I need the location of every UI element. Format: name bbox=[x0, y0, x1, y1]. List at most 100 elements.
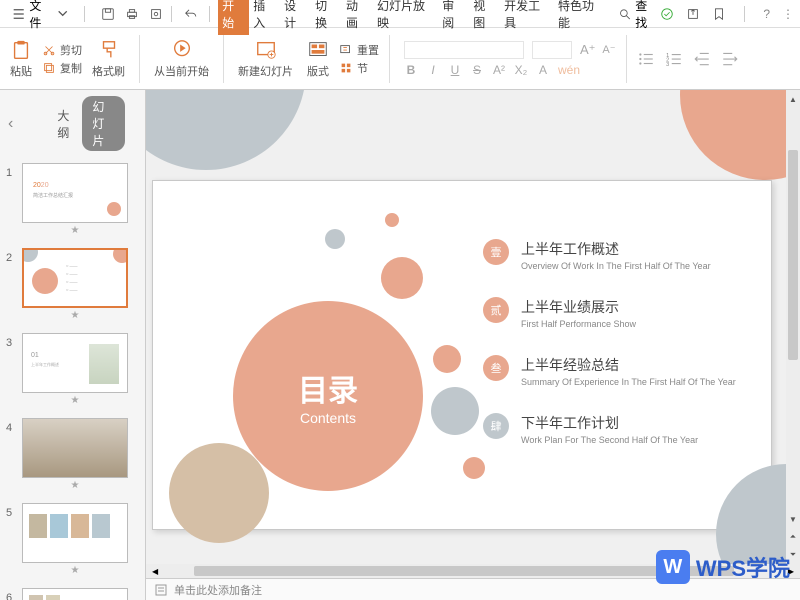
prev-slide-icon[interactable]: ⏶ bbox=[786, 528, 800, 546]
thumbnail-1[interactable]: 2020简洁工作总结汇报 bbox=[22, 163, 128, 223]
circle-shape bbox=[431, 387, 479, 435]
scroll-thumb[interactable] bbox=[194, 566, 734, 576]
toc-item: 贰上半年业绩展示First Half Performance Show bbox=[483, 297, 736, 329]
circle-shape bbox=[433, 345, 461, 373]
ribbon-tabs: 开始 插入 设计 切换 动画 幻灯片放映 审阅 视图 开发工具 特色功能 bbox=[218, 0, 608, 35]
scroll-down-icon[interactable]: ▼ bbox=[786, 510, 800, 528]
file-menu[interactable]: 文件 bbox=[6, 0, 76, 33]
tab-animation[interactable]: 动画 bbox=[342, 0, 373, 35]
slide-canvas[interactable]: 目录 Contents 壹上半年工作概述Overview Of Work In … bbox=[152, 180, 772, 530]
search-button[interactable]: 查找 bbox=[618, 0, 659, 31]
text-format-group: A⁺ A⁻ B I U S A² X₂ A wén bbox=[400, 41, 616, 77]
chevron-down-icon bbox=[56, 7, 69, 21]
file-label: 文件 bbox=[29, 0, 52, 31]
notes-icon bbox=[154, 583, 168, 597]
thumbnail-4[interactable] bbox=[22, 418, 128, 478]
text-effect-button[interactable]: X₂ bbox=[514, 63, 528, 77]
scroll-thumb[interactable] bbox=[788, 150, 798, 360]
star-icon[interactable]: ★ bbox=[71, 565, 80, 576]
increase-font-icon[interactable]: A⁺ bbox=[580, 42, 594, 58]
thumbnail-list: 12020简洁工作总结汇报★ 2○ ——○ ——○ ——○ ——★ 301上半年… bbox=[0, 157, 145, 600]
thumbnail-6[interactable] bbox=[22, 588, 128, 600]
from-current-button[interactable]: 从当前开始 bbox=[150, 37, 213, 81]
tab-view[interactable]: 视图 bbox=[469, 0, 500, 35]
title-circle: 目录 Contents bbox=[233, 301, 423, 491]
fontsize-select[interactable] bbox=[532, 41, 572, 59]
cut-button[interactable]: 剪切 bbox=[42, 42, 82, 58]
star-icon[interactable]: ★ bbox=[71, 480, 80, 491]
star-icon[interactable]: ★ bbox=[71, 310, 80, 321]
star-icon[interactable]: ★ bbox=[71, 395, 80, 406]
toc-item: 肆下半年工作计划Work Plan For The Second Half Of… bbox=[483, 413, 736, 445]
save-icon[interactable] bbox=[101, 7, 115, 21]
strike-button[interactable]: S bbox=[470, 63, 484, 77]
title-en: Contents bbox=[300, 410, 356, 426]
layout-button[interactable]: 版式 bbox=[303, 37, 333, 81]
decoration-circle bbox=[680, 90, 800, 180]
tab-slideshow[interactable]: 幻灯片放映 bbox=[373, 0, 438, 35]
bold-button[interactable]: B bbox=[404, 63, 418, 77]
font-select[interactable] bbox=[404, 41, 524, 59]
superscript-button[interactable]: A² bbox=[492, 63, 506, 77]
circle-shape bbox=[325, 229, 345, 249]
circle-shape bbox=[463, 457, 485, 479]
wps-logo-icon: W bbox=[656, 550, 690, 584]
indent-dec-icon[interactable] bbox=[693, 50, 711, 68]
format-painter-button[interactable]: 格式刷 bbox=[88, 37, 129, 81]
toc-item: 叁上半年经验总结Summary Of Experience In The Fir… bbox=[483, 355, 736, 387]
thumbnail-5[interactable] bbox=[22, 503, 128, 563]
decrease-font-icon[interactable]: A⁻ bbox=[602, 43, 616, 56]
star-icon[interactable]: ★ bbox=[71, 225, 80, 236]
bookmark-icon[interactable] bbox=[712, 7, 726, 21]
underline-button[interactable]: U bbox=[448, 63, 462, 77]
numbering-icon[interactable]: 123 bbox=[665, 50, 683, 68]
print-preview-icon[interactable] bbox=[149, 7, 163, 21]
circle-shape bbox=[381, 257, 423, 299]
new-slide-button[interactable]: 新建幻灯片 bbox=[234, 37, 297, 81]
section-button[interactable]: 节 bbox=[339, 60, 379, 76]
tab-design[interactable]: 设计 bbox=[280, 0, 311, 35]
paste-button[interactable]: 粘贴 bbox=[6, 37, 36, 81]
vertical-scrollbar[interactable]: ▲ ▼ ⏶ ⏷ bbox=[786, 90, 800, 564]
tab-slides[interactable]: 幻灯片 bbox=[82, 96, 125, 151]
thumbnail-3[interactable]: 01上半年工作概述 bbox=[22, 333, 128, 393]
menubar: 文件 开始 插入 设计 切换 动画 幻灯片放映 审阅 视图 开发工具 特色功能 … bbox=[0, 0, 800, 28]
toc-item: 壹上半年工作概述Overview Of Work In The First Ha… bbox=[483, 239, 736, 271]
tab-dev[interactable]: 开发工具 bbox=[500, 0, 554, 35]
scroll-up-icon[interactable]: ▲ bbox=[786, 90, 800, 108]
slide-panel: ‹ 大纲 幻灯片 12020简洁工作总结汇报★ 2○ ——○ ——○ ——○ —… bbox=[0, 90, 146, 600]
search-label: 查找 bbox=[635, 0, 658, 31]
notes-placeholder: 单击此处添加备注 bbox=[174, 582, 262, 598]
paste-label: 粘贴 bbox=[10, 63, 32, 79]
copy-button[interactable]: 复制 bbox=[42, 60, 82, 76]
search-icon bbox=[618, 7, 631, 21]
decoration-circle bbox=[146, 90, 306, 170]
tab-outline[interactable]: 大纲 bbox=[57, 107, 72, 141]
clear-format-button[interactable]: A bbox=[536, 63, 550, 77]
tab-start[interactable]: 开始 bbox=[218, 0, 249, 35]
print-icon[interactable] bbox=[125, 7, 139, 21]
help-icon[interactable]: ? bbox=[763, 7, 770, 21]
title-zh: 目录 bbox=[298, 366, 358, 410]
tab-review[interactable]: 审阅 bbox=[438, 0, 469, 35]
phonetic-button[interactable]: wén bbox=[558, 63, 572, 77]
collapse-panel-icon[interactable]: ‹ bbox=[0, 109, 21, 139]
more-icon[interactable]: ⋮ bbox=[782, 7, 794, 21]
tab-special[interactable]: 特色功能 bbox=[554, 0, 608, 35]
tab-transition[interactable]: 切换 bbox=[311, 0, 342, 35]
italic-button[interactable]: I bbox=[426, 63, 440, 77]
canvas-area: 目录 Contents 壹上半年工作概述Overview Of Work In … bbox=[146, 90, 800, 600]
undo-icon[interactable] bbox=[184, 7, 198, 21]
circle-shape bbox=[169, 443, 269, 543]
svg-text:3: 3 bbox=[666, 61, 669, 67]
bullets-icon[interactable] bbox=[637, 50, 655, 68]
share-icon[interactable] bbox=[686, 7, 700, 21]
watermark-text: WPS学院 bbox=[696, 551, 790, 583]
reset-button[interactable]: 重置 bbox=[339, 42, 379, 58]
thumbnail-2[interactable]: ○ ——○ ——○ ——○ —— bbox=[22, 248, 128, 308]
indent-inc-icon[interactable] bbox=[721, 50, 739, 68]
tab-insert[interactable]: 插入 bbox=[249, 0, 280, 35]
table-of-contents: 壹上半年工作概述Overview Of Work In The First Ha… bbox=[483, 239, 736, 471]
sync-icon[interactable] bbox=[660, 7, 674, 21]
ribbon: 粘贴 剪切 复制 格式刷 从当前开始 新建幻灯片 版式 重置 节 bbox=[0, 28, 800, 90]
